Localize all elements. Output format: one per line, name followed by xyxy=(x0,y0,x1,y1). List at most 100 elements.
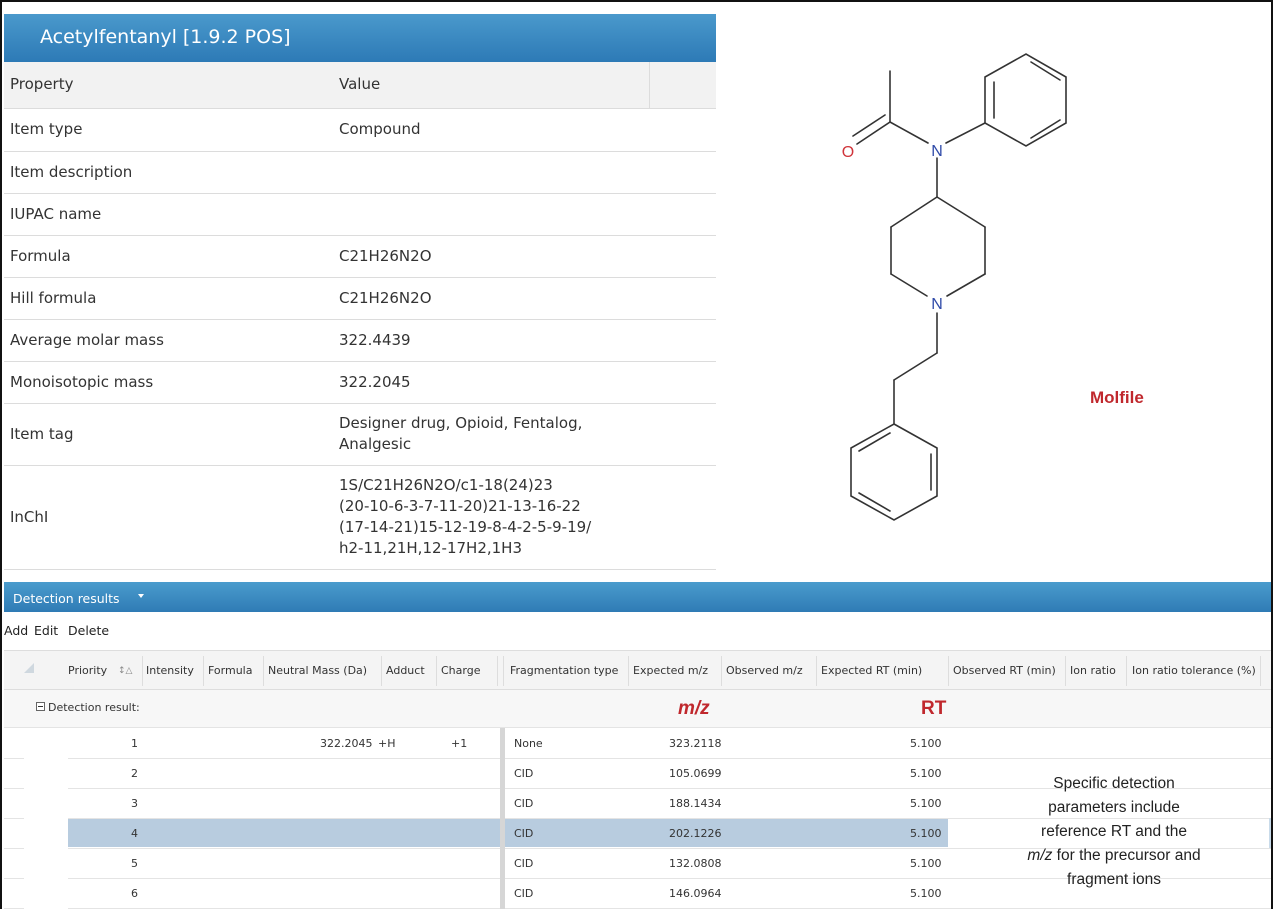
oxygen-atom-label: O xyxy=(842,144,854,161)
detection-results-title[interactable]: Detection results xyxy=(13,591,120,606)
annotation-line: parameters include xyxy=(1048,799,1180,816)
cell-expected-mz: 132.0808 xyxy=(669,857,722,870)
nitrogen-atom-label: N xyxy=(931,143,943,160)
screenshot-frame: Acetylfentanyl [1.9.2 POS] Property Valu… xyxy=(0,0,1273,909)
mz-annotation-label: m/z xyxy=(678,698,710,719)
molecule-structure: O N N xyxy=(842,53,1067,521)
cell-expected-mz: 105.0699 xyxy=(669,767,722,780)
column-header-intensity[interactable]: Intensity xyxy=(146,651,194,691)
cell-priority: 1 xyxy=(131,737,138,750)
cell-expected-mz: 188.1434 xyxy=(669,797,722,810)
property-row[interactable]: Average molar mass 322.4439 xyxy=(4,319,716,362)
cell-priority: 4 xyxy=(131,827,138,840)
delete-button[interactable]: Delete xyxy=(68,623,109,638)
edit-button[interactable]: Edit xyxy=(34,623,58,638)
property-value: C21H26N2O xyxy=(317,277,716,320)
cell-priority: 2 xyxy=(131,767,138,780)
property-value xyxy=(317,151,716,194)
property-row[interactable]: Monoisotopic mass 322.2045 xyxy=(4,361,716,404)
property-name: Item description xyxy=(4,151,317,194)
molfile-caption: Molfile xyxy=(1090,388,1144,407)
column-header-expected-rt[interactable]: Expected RT (min) xyxy=(821,651,922,691)
property-row[interactable]: InChI 1S/C21H26N2O/c1-18(24)23 (20-10-6-… xyxy=(4,465,716,570)
column-header-observed-rt[interactable]: Observed RT (min) xyxy=(953,651,1056,691)
property-value-item-tag: Designer drug, Opioid, Fentalog, Analges… xyxy=(317,403,716,466)
annotation-line: m/z for the precursor and xyxy=(968,844,1260,868)
column-header-property[interactable]: Property xyxy=(4,62,317,109)
property-name: Monoisotopic mass xyxy=(4,361,317,404)
cell-expected-rt: 5.100 xyxy=(910,797,942,810)
detection-group-row[interactable]: Detection result: xyxy=(4,690,1271,728)
row-highlight xyxy=(68,729,948,757)
chevron-down-icon[interactable] xyxy=(138,594,144,598)
column-header-ion-ratio[interactable]: Ion ratio xyxy=(1070,651,1116,691)
property-row[interactable]: IUPAC name xyxy=(4,193,716,236)
cell-fragmentation-type: CID xyxy=(514,857,534,870)
detection-row[interactable]: 1 322.2045 +H +1 None 323.2118 5.100 xyxy=(4,729,1271,759)
cell-expected-rt: 5.100 xyxy=(910,857,942,870)
property-name: InChI xyxy=(4,465,317,570)
inchi-line: 1S/C21H26N2O/c1-18(24)23 xyxy=(339,476,553,494)
property-value: 322.4439 xyxy=(317,319,716,362)
inchi-line: (17-14-21)15-12-19-8-4-2-5-9-19/ xyxy=(339,518,592,536)
column-header-priority[interactable]: Priority xyxy=(68,651,107,691)
cell-fragmentation-type: CID xyxy=(514,887,534,900)
annotation-line: reference RT and the xyxy=(1041,823,1187,840)
property-row[interactable]: Formula C21H26N2O xyxy=(4,235,716,278)
column-header-observed-mz[interactable]: Observed m/z xyxy=(726,651,803,691)
group-label: Detection result: xyxy=(48,701,140,714)
cell-neutral-mass: 322.2045 xyxy=(320,737,373,750)
nitrogen-atom-label: N xyxy=(931,296,943,313)
collapse-icon[interactable] xyxy=(36,702,45,711)
property-name: IUPAC name xyxy=(4,193,317,236)
row-highlight xyxy=(68,849,948,877)
item-tag-line: Designer drug, Opioid, Fentalog, xyxy=(339,414,583,432)
column-header-ion-ratio-tolerance[interactable]: Ion ratio tolerance (%) xyxy=(1132,651,1256,691)
row-highlight xyxy=(68,789,948,817)
cell-expected-mz: 323.2118 xyxy=(669,737,722,750)
column-header-charge[interactable]: Charge xyxy=(441,651,480,691)
property-row[interactable]: Hill formula C21H26N2O xyxy=(4,277,716,320)
column-header-neutral-mass[interactable]: Neutral Mass (Da) xyxy=(268,651,367,691)
detection-results-header-bar xyxy=(4,582,1271,612)
cell-expected-mz: 146.0964 xyxy=(669,887,722,900)
property-row[interactable]: Item description xyxy=(4,151,716,194)
property-name: Hill formula xyxy=(4,277,317,320)
column-header-expected-mz[interactable]: Expected m/z xyxy=(633,651,708,691)
cell-expected-rt: 5.100 xyxy=(910,767,942,780)
annotation-line-rest: for the precursor and xyxy=(1052,847,1201,864)
add-button[interactable]: Add xyxy=(4,623,28,638)
cell-adduct: +H xyxy=(378,737,396,750)
detection-grid-header: Priority ↕△ Intensity Formula Neutral Ma… xyxy=(4,650,1271,691)
inchi-line: (20-10-6-3-7-11-20)21-13-16-22 xyxy=(339,497,581,515)
cell-priority: 5 xyxy=(131,857,138,870)
column-header-formula[interactable]: Formula xyxy=(208,651,252,691)
cell-fragmentation-type: CID xyxy=(514,827,534,840)
row-highlight xyxy=(68,759,948,787)
cell-fragmentation-type: None xyxy=(514,737,543,750)
column-divider[interactable] xyxy=(500,728,505,909)
column-header-fragmentation-type[interactable]: Fragmentation type xyxy=(510,651,618,691)
cell-charge: +1 xyxy=(451,737,468,750)
property-value-inchi: 1S/C21H26N2O/c1-18(24)23 (20-10-6-3-7-11… xyxy=(317,465,716,570)
sort-ascending-icon[interactable]: ↕△ xyxy=(118,651,132,691)
property-name: Average molar mass xyxy=(4,319,317,362)
property-name: Formula xyxy=(4,235,317,278)
annotation-line: fragment ions xyxy=(1067,871,1161,888)
cell-expected-rt: 5.100 xyxy=(910,827,942,840)
inchi-line: h2-11,21H,12-17H2,1H3 xyxy=(339,539,522,557)
property-row[interactable]: Item type Compound xyxy=(4,108,716,152)
annotation-mz-italic: m/z xyxy=(1027,847,1053,864)
bond-lines xyxy=(850,53,1067,521)
horizontal-scroll-indicator[interactable] xyxy=(1269,818,1271,848)
cell-priority: 3 xyxy=(131,797,138,810)
cell-fragmentation-type: CID xyxy=(514,797,534,810)
column-header-value[interactable]: Value xyxy=(317,62,649,109)
column-header-adduct[interactable]: Adduct xyxy=(386,651,425,691)
row-highlight xyxy=(68,879,948,907)
detection-toolbar: Add Edit Delete xyxy=(4,612,1271,650)
property-name: Item type xyxy=(4,108,317,152)
cell-expected-rt: 5.100 xyxy=(910,887,942,900)
property-row[interactable]: Item tag Designer drug, Opioid, Fentalog… xyxy=(4,403,716,466)
annotation-line: Specific detection xyxy=(1053,775,1175,792)
